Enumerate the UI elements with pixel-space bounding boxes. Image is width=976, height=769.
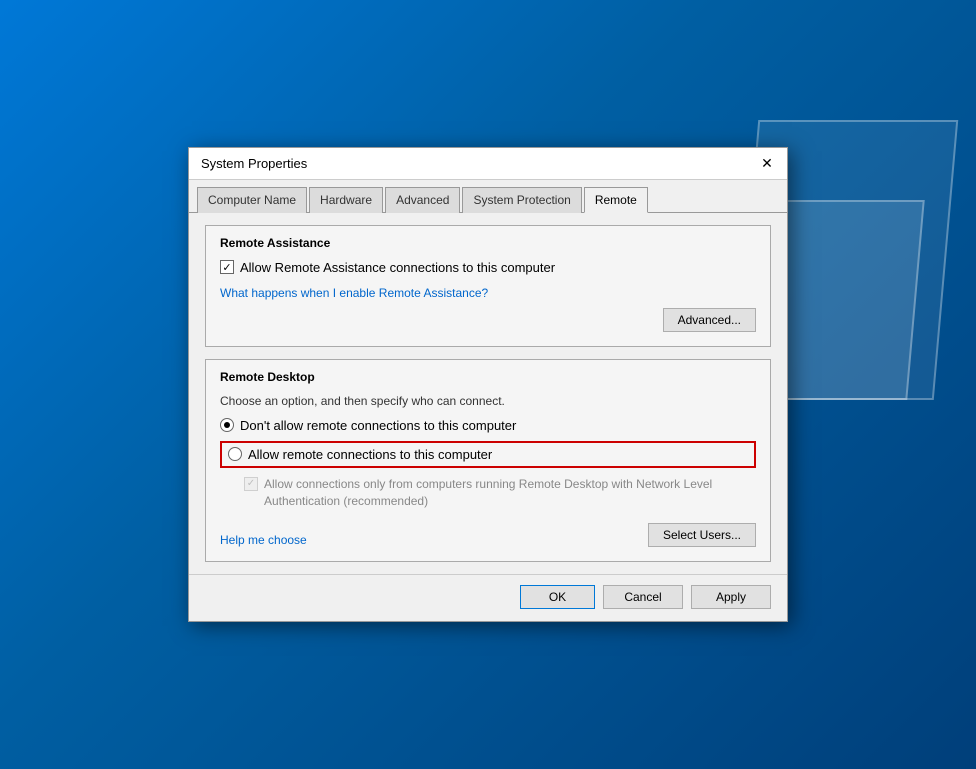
advanced-button[interactable]: Advanced... bbox=[663, 308, 756, 332]
remote-desktop-title: Remote Desktop bbox=[220, 370, 756, 384]
radio-allow-label: Allow remote connections to this compute… bbox=[248, 447, 492, 462]
ok-button[interactable]: OK bbox=[520, 585, 595, 609]
dialog-title: System Properties bbox=[201, 156, 307, 171]
close-button[interactable]: ✕ bbox=[755, 151, 779, 175]
dialog-buttons-row: OK Cancel Apply bbox=[189, 574, 787, 621]
remote-desktop-bottom: Help me choose Select Users... bbox=[220, 523, 756, 547]
radio-allow-row-highlighted: Allow remote connections to this compute… bbox=[220, 441, 756, 468]
remote-desktop-section: Remote Desktop Choose an option, and the… bbox=[205, 359, 771, 563]
help-me-choose-link[interactable]: Help me choose bbox=[220, 533, 307, 547]
radio-allow[interactable] bbox=[228, 447, 242, 461]
select-users-button[interactable]: Select Users... bbox=[648, 523, 756, 547]
tab-system-protection[interactable]: System Protection bbox=[462, 187, 581, 213]
dialog-content: Remote Assistance Allow Remote Assistanc… bbox=[189, 213, 787, 575]
allow-remote-assistance-checkbox[interactable] bbox=[220, 260, 234, 274]
tab-advanced[interactable]: Advanced bbox=[385, 187, 460, 213]
remote-desktop-desc: Choose an option, and then specify who c… bbox=[220, 394, 756, 408]
nla-checkbox-label: Allow connections only from computers ru… bbox=[264, 476, 756, 510]
remote-assistance-help-link[interactable]: What happens when I enable Remote Assist… bbox=[220, 286, 488, 300]
radio-dont-allow-label: Don't allow remote connections to this c… bbox=[240, 418, 516, 433]
tab-computer-name[interactable]: Computer Name bbox=[197, 187, 307, 213]
tab-hardware[interactable]: Hardware bbox=[309, 187, 383, 213]
tab-remote[interactable]: Remote bbox=[584, 187, 648, 213]
allow-remote-assistance-row: Allow Remote Assistance connections to t… bbox=[220, 260, 756, 275]
remote-assistance-section: Remote Assistance Allow Remote Assistanc… bbox=[205, 225, 771, 347]
nla-checkbox[interactable] bbox=[244, 477, 258, 491]
radio-dont-allow-row: Don't allow remote connections to this c… bbox=[220, 418, 756, 433]
radio-dont-allow[interactable] bbox=[220, 418, 234, 432]
apply-button[interactable]: Apply bbox=[691, 585, 771, 609]
allow-remote-assistance-label: Allow Remote Assistance connections to t… bbox=[240, 260, 555, 275]
advanced-btn-row: Advanced... bbox=[220, 308, 756, 332]
remote-assistance-title: Remote Assistance bbox=[220, 236, 756, 250]
tab-bar: Computer Name Hardware Advanced System P… bbox=[189, 180, 787, 213]
cancel-button[interactable]: Cancel bbox=[603, 585, 683, 609]
dialog-titlebar: System Properties ✕ bbox=[189, 148, 787, 180]
system-properties-dialog: System Properties ✕ Computer Name Hardwa… bbox=[188, 147, 788, 623]
nla-checkbox-row: Allow connections only from computers ru… bbox=[244, 476, 756, 510]
